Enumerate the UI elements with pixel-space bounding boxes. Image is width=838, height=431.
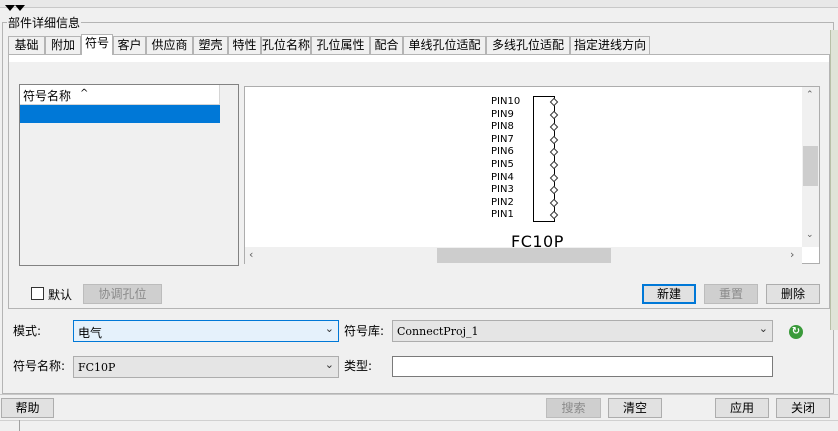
refresh-icon[interactable]: ↻ bbox=[789, 325, 803, 339]
symbol-name-value: FC10P bbox=[78, 361, 116, 374]
vertical-scrollbar[interactable]: ⌃ ⌄ bbox=[802, 87, 819, 247]
pin-label: PIN3 bbox=[491, 184, 514, 196]
chevron-up-icon: ^ bbox=[80, 88, 89, 99]
tab-7[interactable]: 特性 bbox=[228, 36, 261, 54]
symbol-list-header[interactable]: 符号名称 ^ bbox=[20, 85, 220, 105]
tab-11[interactable]: 单线孔位适配 bbox=[403, 36, 486, 54]
symbol-list-header-label: 符号名称 bbox=[23, 89, 72, 103]
scroll-right-icon[interactable]: › bbox=[790, 248, 794, 261]
list-item[interactable] bbox=[20, 105, 220, 123]
coordinate-holes-button[interactable]: 协调孔位 bbox=[83, 284, 162, 304]
pin-label: PIN1 bbox=[491, 209, 514, 221]
chevron-down-icon: ⌄ bbox=[324, 322, 334, 335]
right-edge-panel bbox=[830, 30, 838, 330]
panel-title: 部件详细信息 bbox=[7, 14, 82, 31]
type-label: 类型: bbox=[344, 359, 373, 373]
tab-6[interactable]: 塑壳 bbox=[193, 36, 228, 54]
mode-select[interactable]: 电气 ⌄ bbox=[73, 320, 339, 342]
scroll-up-icon[interactable]: ⌃ bbox=[806, 90, 814, 100]
pin-label: PIN8 bbox=[491, 121, 514, 133]
horizontal-scrollbar[interactable]: ‹ › bbox=[245, 247, 802, 264]
help-button[interactable]: 帮助 bbox=[1, 398, 54, 418]
tab-2[interactable]: 附加 bbox=[45, 36, 81, 54]
type-input[interactable] bbox=[392, 356, 773, 377]
collapse-arrow-icon[interactable] bbox=[5, 5, 15, 11]
pin-label: PIN9 bbox=[491, 108, 514, 120]
scroll-left-icon[interactable]: ‹ bbox=[249, 248, 253, 261]
tab-12[interactable]: 多线孔位适配 bbox=[486, 36, 570, 54]
collapse-arrow-icon[interactable] bbox=[15, 5, 25, 11]
tab-13[interactable]: 指定进线方向 bbox=[570, 36, 650, 54]
tab-8[interactable]: 孔位名称 bbox=[261, 36, 311, 54]
scroll-down-icon[interactable]: ⌄ bbox=[806, 230, 814, 240]
bottom-edge bbox=[0, 420, 838, 431]
mode-label: 模式: bbox=[13, 324, 42, 338]
scroll-thumb-vertical[interactable] bbox=[803, 146, 818, 186]
tab-1[interactable]: 基础 bbox=[8, 36, 45, 54]
tab-9[interactable]: 孔位属性 bbox=[311, 36, 370, 54]
tab-3[interactable]: 符号 bbox=[81, 34, 113, 55]
bottom-divider bbox=[19, 420, 20, 431]
scroll-thumb-horizontal[interactable] bbox=[437, 248, 611, 263]
mode-value: 电气 bbox=[78, 326, 103, 340]
library-value: ConnectProj_1 bbox=[397, 325, 479, 338]
chevron-down-icon: ⌄ bbox=[758, 322, 768, 335]
search-button[interactable]: 搜索 bbox=[546, 398, 601, 418]
delete-button[interactable]: 删除 bbox=[766, 284, 820, 304]
chevron-down-icon: ⌄ bbox=[324, 358, 334, 371]
default-checkbox[interactable] bbox=[31, 287, 44, 300]
pin-label: PIN4 bbox=[491, 171, 514, 183]
top-strip bbox=[0, 0, 838, 8]
tab-10[interactable]: 配合 bbox=[370, 36, 403, 54]
symbol-name-label: 符号名称: bbox=[13, 359, 66, 373]
tab-5[interactable]: 供应商 bbox=[146, 36, 193, 54]
library-label: 符号库: bbox=[344, 324, 385, 338]
reset-button[interactable]: 重置 bbox=[704, 284, 758, 304]
tab-4[interactable]: 客户 bbox=[113, 36, 146, 54]
clear-button[interactable]: 清空 bbox=[608, 398, 662, 418]
library-select[interactable]: ConnectProj_1 ⌄ bbox=[392, 320, 773, 342]
close-button[interactable]: 关闭 bbox=[776, 398, 830, 418]
pin-label: PIN2 bbox=[491, 196, 514, 208]
apply-button[interactable]: 应用 bbox=[715, 398, 769, 418]
new-button[interactable]: 新建 bbox=[642, 284, 696, 304]
symbol-preview[interactable]: PIN10 PIN9 PIN8 PIN7 PIN6 PIN5 PIN4 PIN3 PIN2 PIN… bbox=[244, 86, 820, 264]
pin-label: PIN7 bbox=[491, 133, 514, 145]
pin-label: PIN10 bbox=[491, 96, 521, 107]
pin-label: PIN6 bbox=[491, 146, 514, 158]
pin-label: PIN5 bbox=[491, 159, 514, 170]
default-checkbox-label: 默认 bbox=[48, 288, 73, 302]
symbol-name-select[interactable]: FC10P ⌄ bbox=[73, 356, 339, 378]
